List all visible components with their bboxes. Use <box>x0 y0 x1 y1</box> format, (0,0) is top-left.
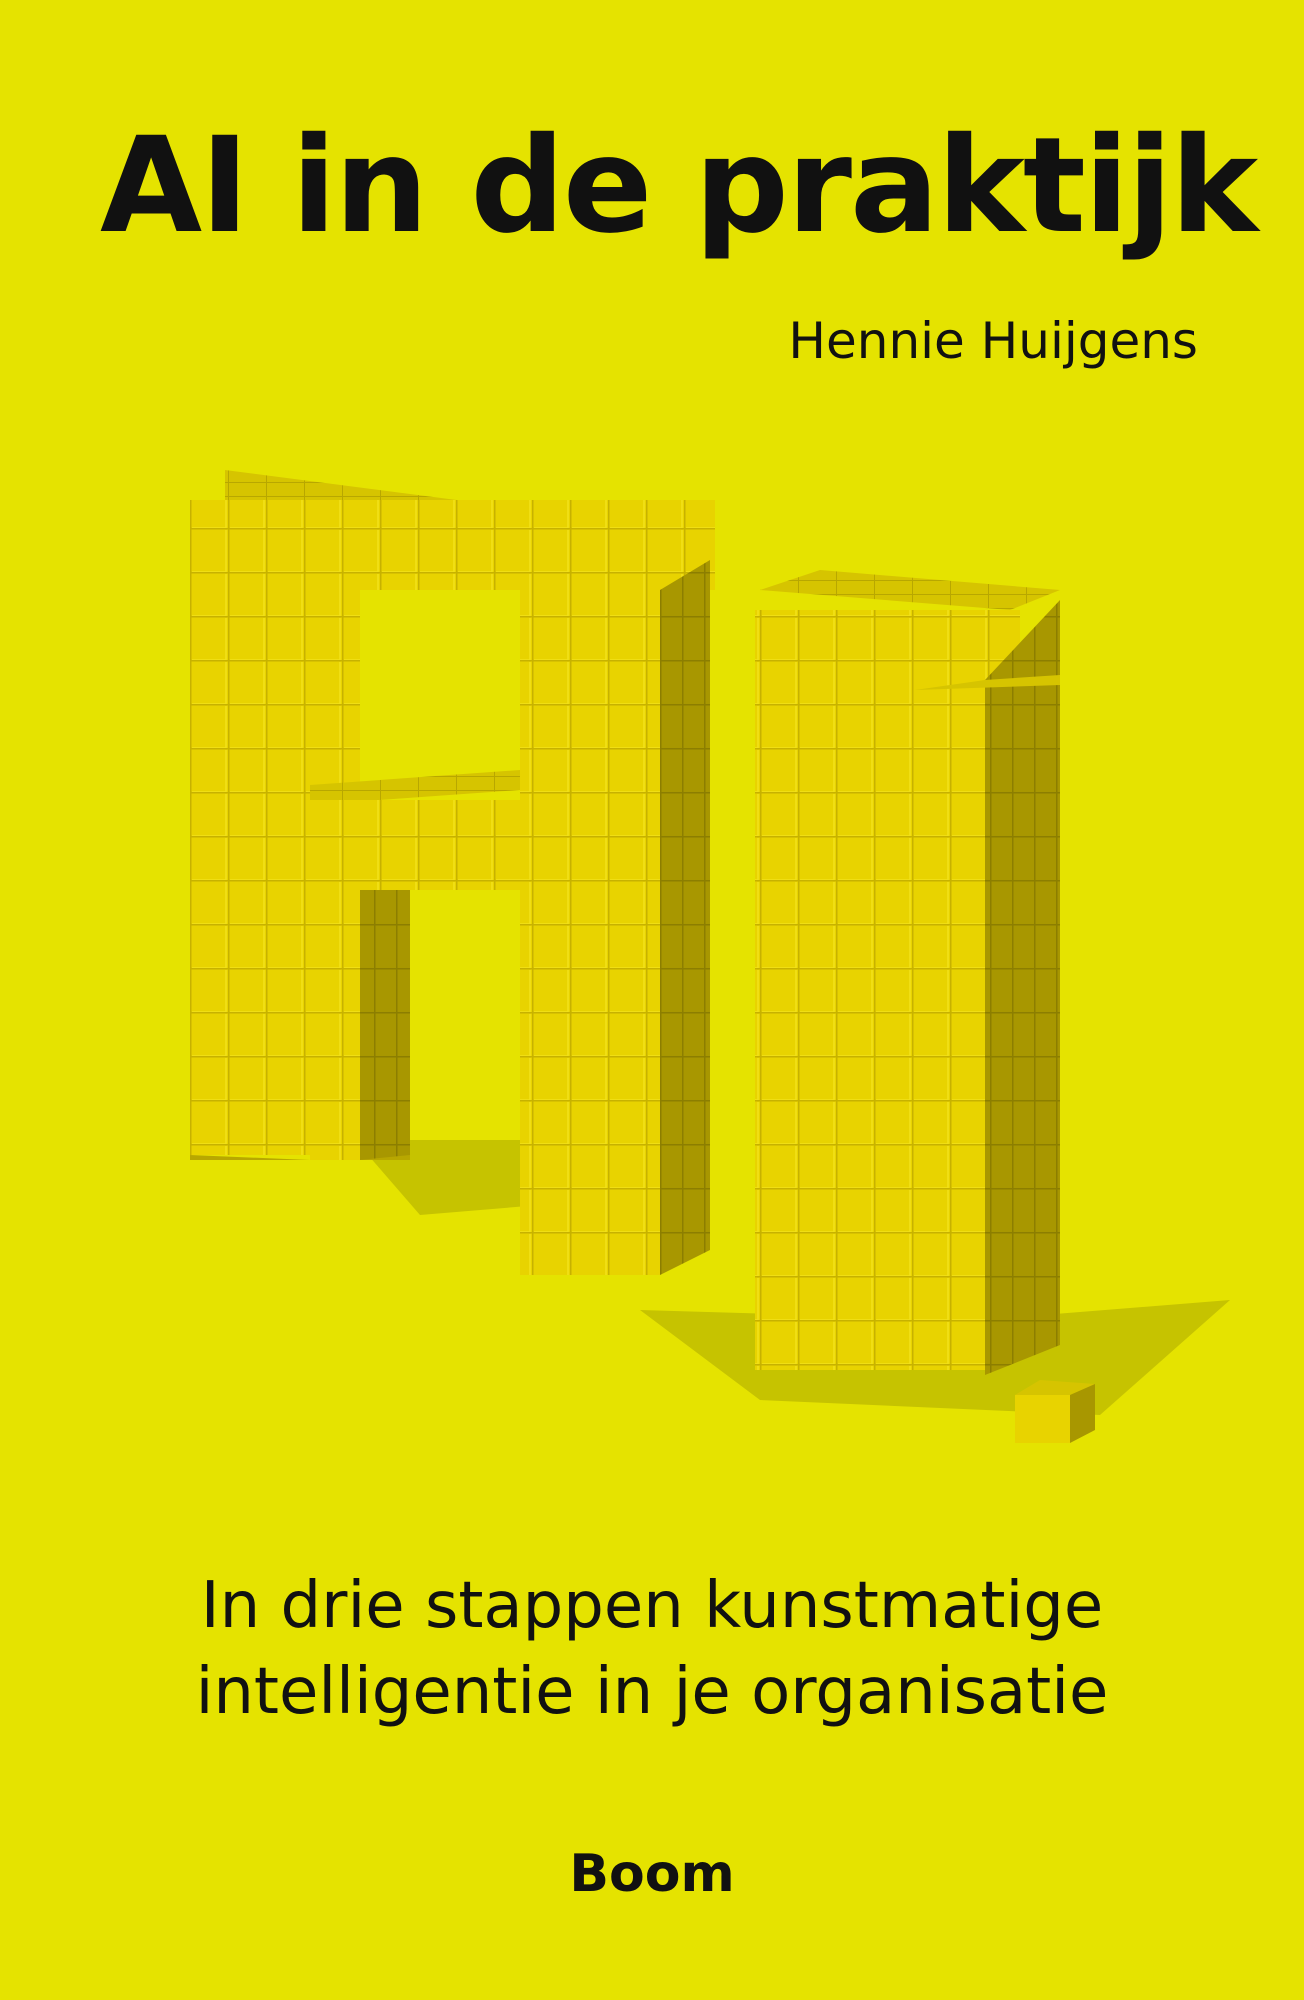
cube-letters-ai-icon <box>190 470 1230 1443</box>
letter-i-cubes <box>755 570 1095 1443</box>
subtitle-line-1: In drie stappen kunstmatige <box>200 1569 1104 1643</box>
subtitle-line-2: intelligentie in je organisatie <box>195 1655 1109 1729</box>
book-cover: AI in de praktijk Hennie Huijgens In dri… <box>0 0 1304 2000</box>
book-title: AI in de praktijk <box>100 109 1258 263</box>
publisher-logo: Boom <box>569 1844 735 1904</box>
author-name: Hennie Huijgens <box>788 312 1198 370</box>
